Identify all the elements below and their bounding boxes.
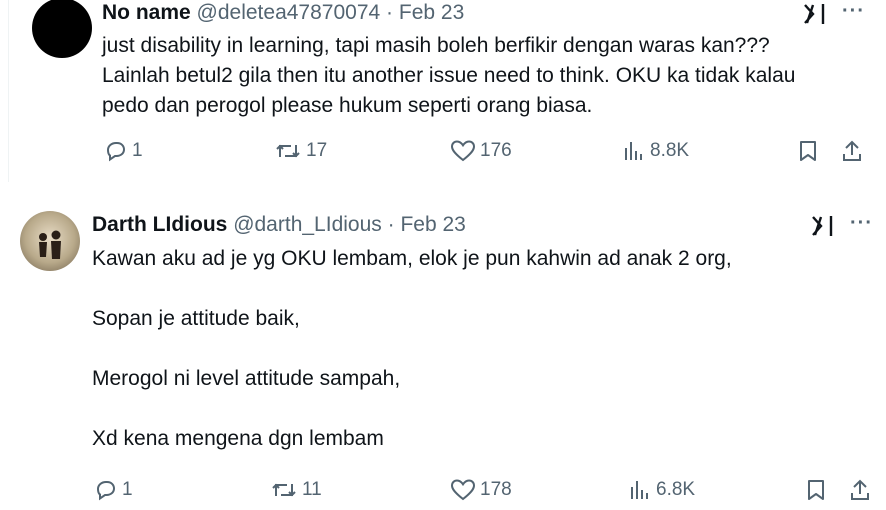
like-icon bbox=[450, 479, 476, 501]
tweet-1[interactable]: No name @deletea47870074 · Feb 23 ··· ju… bbox=[0, 0, 886, 182]
views-count: 8.8K bbox=[650, 140, 690, 161]
like-count: 176 bbox=[480, 140, 512, 161]
tweet-2[interactable]: Darth LIdious @darth_LIdious · Feb 23 ··… bbox=[0, 182, 886, 510]
more-icon[interactable]: ··· bbox=[850, 212, 873, 235]
tweet-header: Darth LIdious @darth_LIdious · Feb 23 bbox=[92, 212, 466, 238]
author-handle[interactable]: @darth_LIdious bbox=[233, 213, 382, 236]
grok-icon[interactable] bbox=[802, 2, 826, 26]
grok-icon[interactable] bbox=[810, 214, 834, 238]
author-name[interactable]: Darth LIdious bbox=[92, 213, 227, 236]
reply-icon bbox=[106, 142, 126, 162]
tweet-text: Kawan aku ad je yg OKU lembam, elok je p… bbox=[92, 247, 732, 450]
bookmark-button[interactable] bbox=[796, 139, 820, 163]
repost-icon bbox=[272, 483, 296, 497]
author-name[interactable]: No name bbox=[102, 1, 191, 24]
repost-button[interactable]: 17 bbox=[274, 139, 327, 163]
separator: · bbox=[386, 1, 394, 24]
share-button[interactable] bbox=[848, 478, 872, 502]
share-icon bbox=[851, 479, 869, 500]
avatar[interactable] bbox=[20, 211, 80, 271]
reply-button[interactable]: 1 bbox=[94, 478, 133, 502]
tweet-date[interactable]: Feb 23 bbox=[400, 213, 465, 236]
repost-button[interactable]: 11 bbox=[270, 478, 322, 502]
share-button[interactable] bbox=[840, 139, 864, 163]
avatar[interactable] bbox=[32, 0, 92, 58]
like-icon bbox=[450, 140, 476, 162]
views-icon bbox=[625, 142, 642, 160]
author-handle[interactable]: @deletea47870074 bbox=[197, 1, 381, 24]
like-button[interactable]: 176 bbox=[450, 139, 512, 163]
reply-button[interactable]: 1 bbox=[104, 139, 143, 163]
tweet-date[interactable]: Feb 23 bbox=[399, 1, 464, 24]
views-icon bbox=[631, 481, 648, 499]
views-button[interactable]: 8.8K bbox=[622, 139, 689, 163]
share-icon bbox=[843, 140, 861, 161]
repost-count: 11 bbox=[302, 479, 322, 500]
reply-icon bbox=[96, 481, 116, 501]
bookmark-icon bbox=[808, 480, 824, 500]
separator: · bbox=[387, 213, 395, 236]
tweet-header: No name @deletea47870074 · Feb 23 bbox=[102, 0, 464, 26]
repost-count: 17 bbox=[306, 140, 328, 161]
reply-count: 1 bbox=[122, 479, 133, 500]
like-count: 178 bbox=[480, 479, 512, 500]
views-count: 6.8K bbox=[656, 479, 696, 500]
more-icon[interactable]: ··· bbox=[842, 0, 865, 23]
bookmark-button[interactable] bbox=[804, 478, 828, 502]
reply-count: 1 bbox=[132, 140, 143, 161]
repost-icon bbox=[276, 144, 300, 158]
like-button[interactable]: 178 bbox=[450, 478, 512, 502]
views-button[interactable]: 6.8K bbox=[628, 478, 695, 502]
tweet-text: just disability in learning, tapi masih … bbox=[102, 34, 796, 117]
bookmark-icon bbox=[800, 141, 816, 161]
